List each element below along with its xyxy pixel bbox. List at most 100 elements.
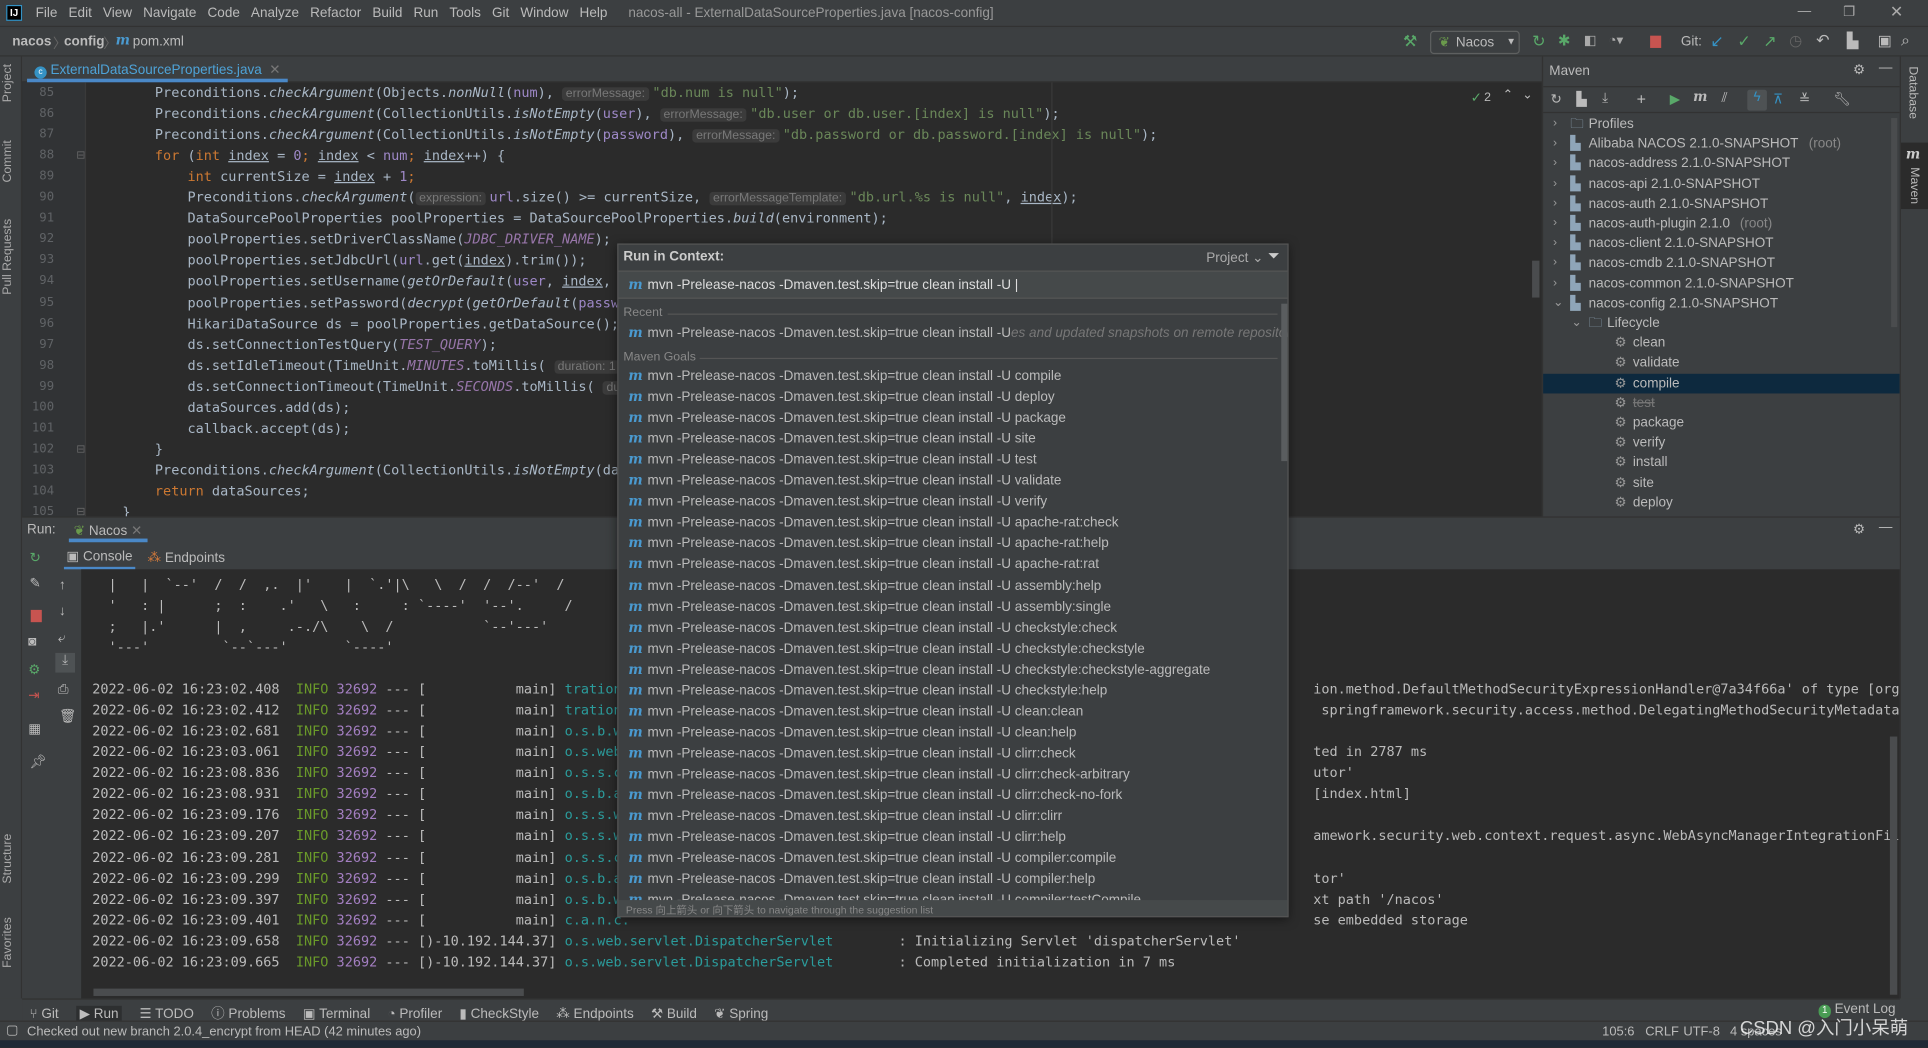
git-push-icon[interactable]: ↗	[1763, 32, 1776, 52]
maven-tree-item[interactable]: ⚙ compile	[1543, 373, 1900, 393]
maven-scrollbar[interactable]	[1891, 118, 1898, 328]
maven-goal-item[interactable]: mmvn -Prelease-nacos -Dmaven.test.skip=t…	[628, 743, 1075, 764]
git-update-icon[interactable]: ↙	[1710, 32, 1723, 52]
next-highlight-icon[interactable]: ⌄	[1522, 89, 1532, 103]
chevron-right-icon[interactable]: ›	[1553, 194, 1557, 214]
inspection-check-icon[interactable]: ✓	[1471, 90, 1482, 106]
run-goal-icon[interactable]: ▶	[1670, 91, 1680, 107]
chevron-down-icon[interactable]: ⌄	[1571, 314, 1581, 334]
maven-tree-item[interactable]: › ▙ nacos-address 2.1.0-SNAPSHOT	[1543, 154, 1900, 174]
maven-goal-item[interactable]: mmvn -Prelease-nacos -Dmaven.test.skip=t…	[628, 365, 1061, 386]
rerun-icon[interactable]: ↻	[1532, 32, 1545, 52]
maven-goal-item[interactable]: mmvn -Prelease-nacos -Dmaven.test.skip=t…	[628, 491, 1047, 512]
menu-run[interactable]: Run	[413, 6, 438, 21]
maven-goal-item[interactable]: mmvn -Prelease-nacos -Dmaven.test.skip=t…	[628, 680, 1107, 701]
generate-sources-icon[interactable]: ▙	[1576, 91, 1586, 107]
maven-tree-item[interactable]: ⚙ deploy	[1543, 493, 1900, 513]
breadcrumb-config[interactable]: config	[64, 34, 105, 49]
maven-tree-item[interactable]: › 🗀︎ Profiles	[1543, 114, 1900, 134]
maven-goal-item[interactable]: mmvn -Prelease-nacos -Dmaven.test.skip=t…	[628, 470, 1061, 491]
hide-panel-icon[interactable]: —	[1879, 60, 1893, 75]
coverage-icon[interactable]: ◧	[1584, 32, 1597, 48]
menu-analyze[interactable]: Analyze	[251, 6, 299, 21]
console-horizontal-scrollbar[interactable]	[93, 988, 524, 996]
maven-tree-item[interactable]: ⚙ clean	[1543, 333, 1900, 353]
maven-goal-item[interactable]: mmvn -Prelease-nacos -Dmaven.test.skip=t…	[628, 596, 1111, 617]
maven-tree-item[interactable]: ⚙ verify	[1543, 433, 1900, 453]
collapse-all-icon[interactable]: ≚	[1799, 91, 1810, 107]
console-vertical-scrollbar[interactable]	[1889, 736, 1898, 995]
fold-marker-icon[interactable]: ⊟	[76, 149, 85, 163]
maven-goal-item[interactable]: mmvn -Prelease-nacos -Dmaven.test.skip=t…	[628, 868, 1095, 889]
breadcrumb-nacos[interactable]: nacos	[12, 34, 51, 49]
maven-tree-item[interactable]: › ▙ Alibaba NACOS 2.1.0-SNAPSHOT (root)	[1543, 134, 1900, 154]
show-dependencies-icon[interactable]: ⊼	[1773, 91, 1783, 107]
minimize-button[interactable]: —	[1798, 4, 1812, 19]
maven-settings-wrench-icon[interactable]: 🔧︎	[1833, 91, 1850, 107]
run-tab-nacos[interactable]: ❦ Nacos ✕	[68, 518, 148, 543]
chevron-right-icon[interactable]: ›	[1553, 154, 1557, 174]
maven-goal-item[interactable]: mmvn -Prelease-nacos -Dmaven.test.skip=t…	[628, 554, 1099, 575]
maven-goal-item[interactable]: mmvn -Prelease-nacos -Dmaven.test.skip=t…	[628, 701, 1083, 722]
maven-goal-item[interactable]: mmvn -Prelease-nacos -Dmaven.test.skip=t…	[628, 826, 1066, 847]
project-structure-icon[interactable]: ▙	[1847, 32, 1858, 49]
profiler-icon[interactable]: ◔▾	[1608, 32, 1623, 48]
maven-goal-item[interactable]: mmvn -Prelease-nacos -Dmaven.test.skip=t…	[628, 512, 1118, 533]
maven-tree-item[interactable]: ⚙ install	[1543, 453, 1900, 473]
caret-position[interactable]: 105:6	[1602, 1024, 1634, 1039]
maven-goal-item[interactable]: mmvn -Prelease-nacos -Dmaven.test.skip=t…	[628, 386, 1054, 407]
maven-goal-item[interactable]: mmvn -Prelease-nacos -Dmaven.test.skip=t…	[628, 784, 1122, 805]
chevron-right-icon[interactable]: ›	[1553, 214, 1557, 234]
clear-all-icon[interactable]: 🗑︎	[59, 708, 76, 724]
chevron-down-icon[interactable]: ⌄	[1553, 294, 1563, 314]
scroll-to-end-icon[interactable]: ⤓	[55, 652, 76, 673]
editor-scrollbar[interactable]	[1532, 260, 1540, 298]
history-icon[interactable]: ◷	[1789, 32, 1802, 49]
download-icon[interactable]: ⤓	[1602, 91, 1608, 107]
rerun-icon[interactable]: ↻	[30, 550, 41, 566]
menu-code[interactable]: Code	[208, 6, 240, 21]
menu-build[interactable]: Build	[372, 6, 402, 21]
menu-view[interactable]: View	[103, 6, 132, 21]
chevron-right-icon[interactable]: ›	[1553, 274, 1557, 294]
run-config-dropdown[interactable]: ❦ Nacos ▼	[1430, 30, 1520, 55]
filter-icon[interactable]: ⏷	[1268, 247, 1280, 265]
maven-tree-item[interactable]: ⚙ validate	[1543, 353, 1900, 373]
settings-gear-icon[interactable]: ⚙	[1853, 521, 1865, 538]
menu-tools[interactable]: Tools	[449, 6, 481, 21]
maven-goal-item[interactable]: mmvn -Prelease-nacos -Dmaven.test.skip=t…	[628, 805, 1062, 826]
maven-goal-item[interactable]: mmvn -Prelease-nacos -Dmaven.test.skip=t…	[628, 575, 1101, 596]
previous-highlight-icon[interactable]: ⌃	[1503, 89, 1513, 103]
debug-icon[interactable]: ✱	[1558, 32, 1570, 49]
reload-icon[interactable]: ↻	[1551, 91, 1562, 107]
soft-wrap-icon[interactable]: ⤶	[58, 631, 66, 647]
chevron-right-icon[interactable]: ›	[1553, 134, 1557, 154]
popup-scrollbar[interactable]	[1281, 303, 1288, 462]
command-input[interactable]: m mvn -Prelease-nacos -Dmaven.test.skip=t…	[618, 270, 1288, 299]
chevron-right-icon[interactable]: ›	[1553, 174, 1557, 194]
recent-command-item[interactable]: m mvn -Prelease-nacos -Dmaven.test.skip=t…	[628, 322, 1287, 343]
chevron-right-icon[interactable]: ›	[1553, 254, 1557, 274]
print-icon[interactable]: ⎙	[58, 682, 69, 698]
maven-goal-item[interactable]: mmvn -Prelease-nacos -Dmaven.test.skip=t…	[628, 407, 1066, 428]
maven-goal-item[interactable]: mmvn -Prelease-nacos -Dmaven.test.skip=t…	[628, 617, 1117, 638]
maven-goal-item[interactable]: mmvn -Prelease-nacos -Dmaven.test.skip=t…	[628, 847, 1116, 868]
add-icon[interactable]: +	[1637, 90, 1646, 108]
file-encoding[interactable]: UTF-8	[1683, 1024, 1720, 1039]
scope-dropdown[interactable]: Project ⌄	[1206, 250, 1263, 266]
settings-gear-icon[interactable]: ⚙	[1853, 61, 1865, 78]
maven-goal-item[interactable]: mmvn -Prelease-nacos -Dmaven.test.skip=t…	[628, 764, 1129, 785]
maven-goal-item[interactable]: mmvn -Prelease-nacos -Dmaven.test.skip=t…	[628, 428, 1036, 449]
editor-tab-active[interactable]: c ExternalDataSourceProperties.java ✕	[27, 57, 288, 83]
maven-tree-item[interactable]: ⌄ ▙ nacos-config 2.1.0-SNAPSHOT	[1543, 294, 1900, 314]
execute-goal-icon[interactable]: m	[1693, 89, 1707, 105]
toggle-offline-icon[interactable]: ⫽	[1721, 91, 1727, 107]
breadcrumb-pom[interactable]: pom.xml	[133, 34, 184, 49]
menu-navigate[interactable]: Navigate	[143, 6, 196, 21]
maven-goal-item[interactable]: mmvn -Prelease-nacos -Dmaven.test.skip=t…	[628, 533, 1108, 554]
scroll-up-icon[interactable]: ↑	[59, 578, 66, 593]
fold-marker-icon[interactable]: ⊟	[76, 442, 85, 456]
favorites-tool-button[interactable]: Favorites	[1, 917, 15, 968]
pull-requests-tool-button[interactable]: Pull Requests	[1, 219, 15, 295]
close-button[interactable]: ✕	[1890, 2, 1903, 22]
